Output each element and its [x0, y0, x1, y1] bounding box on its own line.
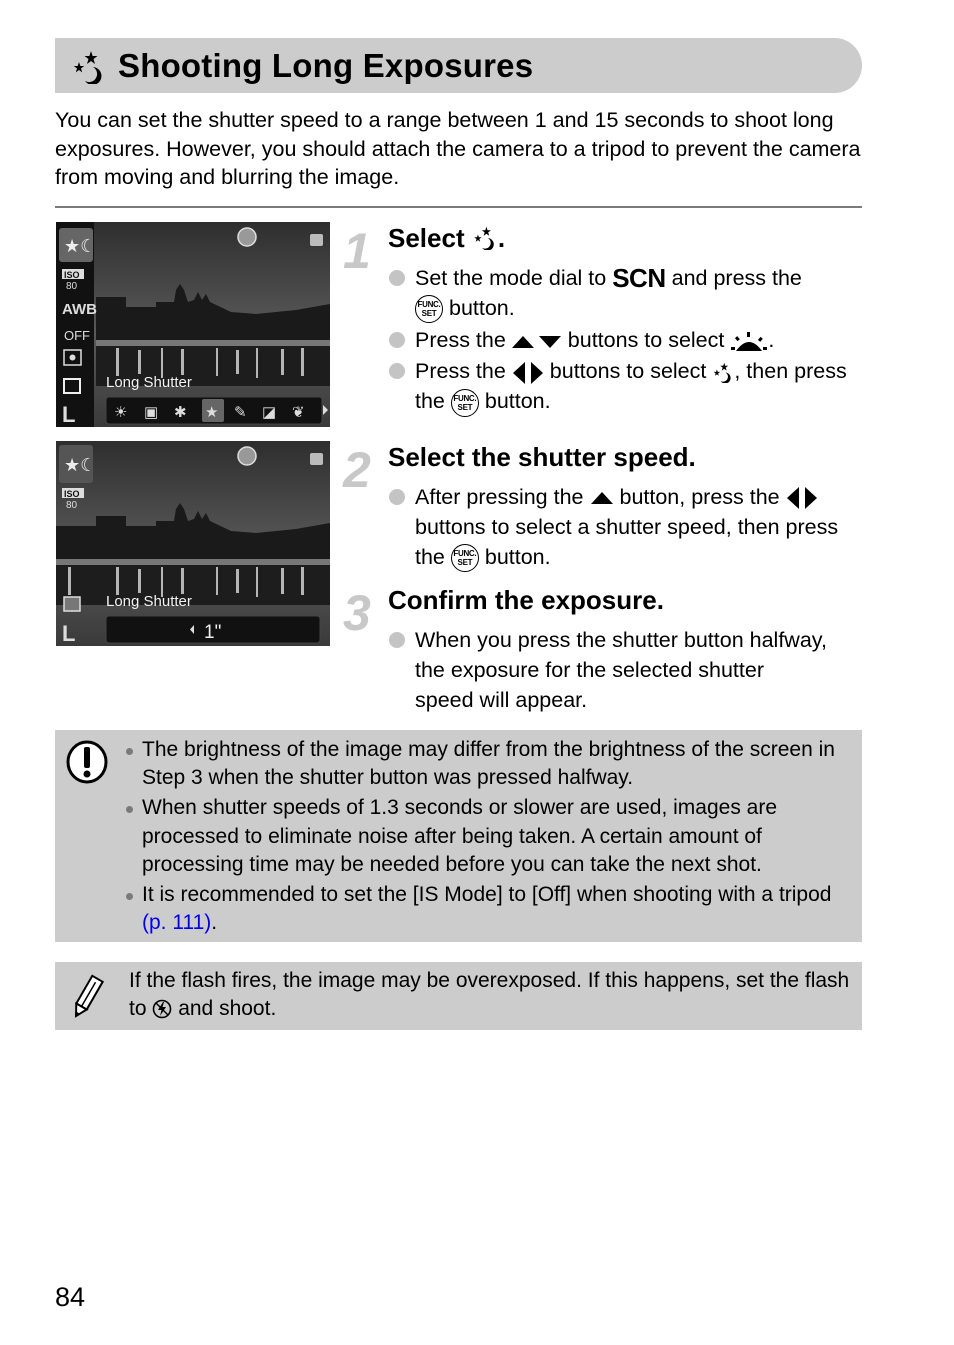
camera-screen-shutter-speed: ★☾ ISO 80 L 1" Long Shutter: [56, 441, 330, 646]
bullet-dot: [389, 270, 405, 286]
flash-off-icon: [153, 999, 172, 1019]
my-colors-label: OFF: [64, 328, 90, 343]
caution-item: It is recommended to set the [IS Mode] t…: [125, 881, 855, 937]
mode-label: Long Shutter: [106, 593, 192, 610]
up-down-arrows-icon: [511, 335, 561, 348]
page-title: Shooting Long Exposures: [118, 47, 534, 84]
caution-box: The brightness of the image may differ f…: [55, 730, 862, 942]
bullet-dot: [389, 332, 405, 349]
step-number: 3: [343, 585, 371, 641]
up-arrow-icon: [590, 492, 613, 505]
list-item: Press the buttons to select , then press…: [388, 356, 848, 417]
func-set-button-icon: FUNC. SET: [415, 295, 443, 324]
iso-label: ISO: [64, 489, 80, 499]
note-box: If the flash fires, the image may be ove…: [55, 962, 862, 1030]
step-3-bullets: When you press the shutter button halfwa…: [388, 625, 828, 715]
step-title: Select .: [388, 223, 506, 253]
iso-value: 80: [66, 281, 78, 292]
left-right-arrows-icon: [786, 487, 817, 510]
left-right-arrows-icon: [512, 361, 543, 384]
scn-mode-icon: SCN: [612, 263, 666, 293]
camera-screen-scene-menu: ★☾ ISO 80 AWB OFF L ☀ ▣ ✱ ★ ✎ ◪ ❦ Long Shutte…: [56, 222, 330, 427]
list-item: When you press the shutter button halfwa…: [388, 625, 828, 715]
intro-paragraph: You can set the shutter speed to a range…: [55, 108, 861, 189]
list-item: Set the mode dial to SCN and press the F…: [388, 263, 848, 324]
size-label: L: [62, 621, 75, 646]
svg-text:★☾: ★☾: [64, 236, 96, 256]
svg-text:❦: ❦: [292, 404, 305, 421]
mode-label: Long Shutter: [106, 374, 192, 391]
bullet-dot: [389, 632, 405, 648]
caution-list: The brightness of the image may differ f…: [125, 736, 855, 939]
svg-text:★: ★: [205, 404, 218, 421]
step-1-bullets: Set the mode dial to SCN and press the F…: [388, 263, 848, 417]
list-item: Press the buttons to select .: [388, 325, 848, 355]
svg-text:◪: ◪: [262, 404, 276, 421]
step-title: Select the shutter speed.: [388, 442, 696, 472]
divider: [55, 206, 862, 208]
step-number: 1: [343, 223, 371, 279]
func-set-button-icon: FUNC. SET: [450, 388, 479, 417]
note-text: If the flash fires, the image may be ove…: [129, 969, 850, 1020]
list-item: After pressing the button, press the but…: [388, 482, 858, 573]
svg-text:▣: ▣: [144, 404, 158, 421]
page-reference-link[interactable]: (p. 111): [142, 911, 211, 934]
page-number: 84: [55, 1282, 86, 1312]
step-2-bullets: After pressing the button, press the but…: [388, 482, 858, 573]
svg-text:☀: ☀: [114, 404, 127, 421]
long-shutter-icon: [474, 226, 494, 250]
svg-text:★☾: ★☾: [64, 455, 96, 475]
bullet-dot: [389, 489, 405, 505]
iso-value: 80: [66, 500, 78, 511]
size-label: L: [62, 402, 75, 427]
step-title: Confirm the exposure.: [388, 585, 664, 615]
long-shutter-icon: [73, 51, 102, 84]
bullet-dot: [389, 363, 405, 380]
caution-icon: [66, 740, 108, 784]
step-number: 2: [343, 442, 371, 498]
caution-item: When shutter speeds of 1.3 seconds or sl…: [125, 794, 855, 879]
awb-label: AWB: [62, 301, 97, 318]
svg-text:✱: ✱: [174, 404, 187, 421]
sunset-icon: [731, 331, 768, 351]
long-shutter-icon: [714, 362, 731, 384]
svg-text:✎: ✎: [234, 404, 247, 421]
pencil-icon: [74, 974, 105, 1018]
func-set-button-icon: FUNC. SET: [450, 544, 479, 573]
caution-item: The brightness of the image may differ f…: [125, 736, 855, 792]
iso-label: ISO: [64, 270, 80, 280]
section-title-bar: Shooting Long Exposures: [55, 38, 862, 93]
shutter-value: 1": [204, 622, 221, 643]
